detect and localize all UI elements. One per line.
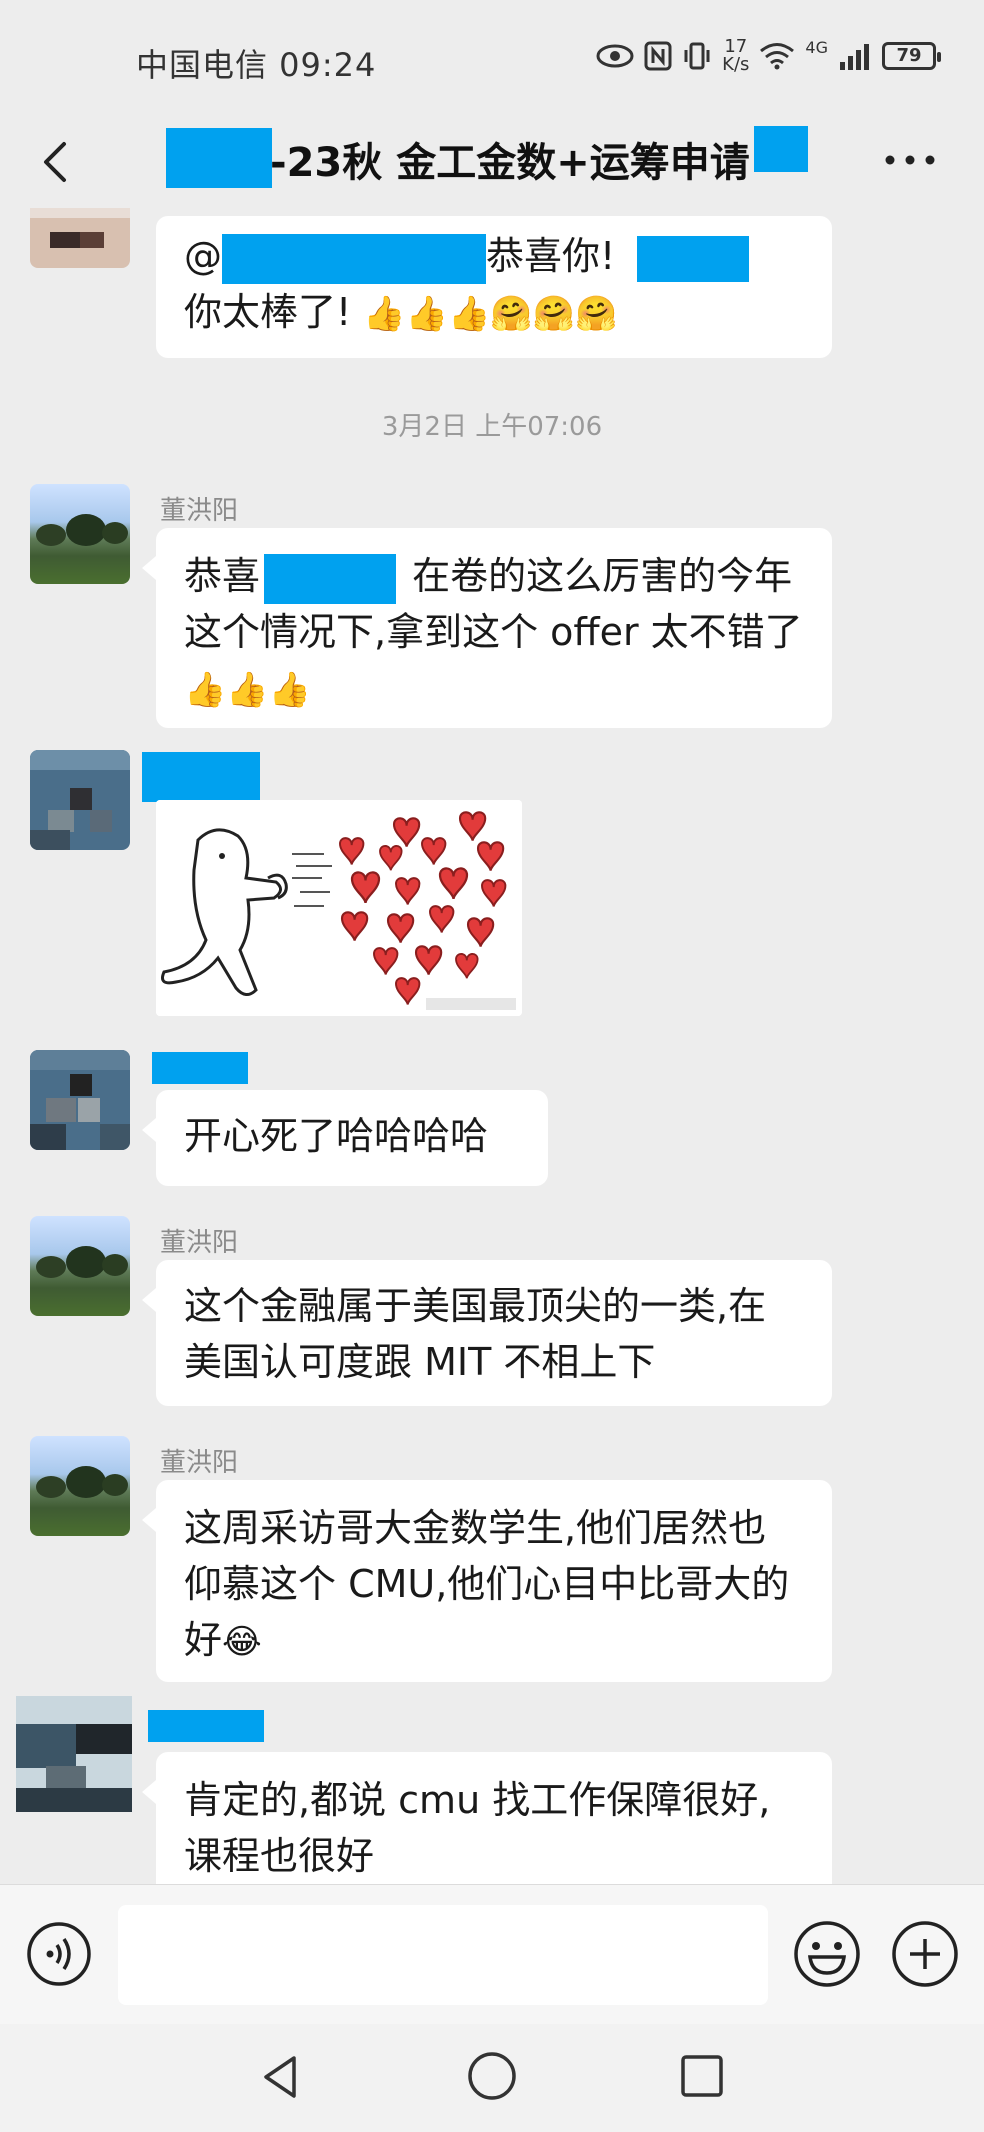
network-type: 4G bbox=[805, 38, 828, 57]
title-redaction bbox=[754, 126, 808, 172]
sender-name: 董洪阳 bbox=[160, 1228, 239, 1258]
mention-redaction bbox=[222, 233, 486, 284]
message-bubble: 开心死了哈哈哈哈 bbox=[142, 1090, 548, 1186]
circle-home-icon[interactable] bbox=[466, 2050, 518, 2102]
message-bubble: 恭喜 在卷的这么厉害的今年这个情况下,拿到这个 offer 太不错了👍👍👍 bbox=[142, 528, 832, 728]
square-recents-icon[interactable] bbox=[678, 2052, 726, 2100]
sticker-graphic bbox=[156, 800, 522, 1016]
avatar[interactable] bbox=[30, 1436, 130, 1536]
message-bubble: 这个金融属于美国最顶尖的一类,在美国认可度跟 MIT 不相上下 bbox=[142, 1260, 832, 1406]
emoji: 😂 bbox=[222, 1622, 262, 1662]
plus-circle-icon[interactable] bbox=[890, 1919, 960, 1989]
sender-name: 董洪阳 bbox=[160, 496, 239, 526]
name-redaction bbox=[637, 235, 750, 282]
sender-name: 董洪阳 bbox=[160, 1448, 239, 1478]
carrier-time: 中国电信 09:24 bbox=[136, 46, 377, 84]
signal-icon bbox=[840, 44, 869, 70]
chat-screen: 中国电信 09:24 17 K/s 4G 79 -23秋 金工金数+运筹申请 @… bbox=[0, 0, 984, 2132]
voice-icon[interactable] bbox=[26, 1921, 92, 1987]
vibrate-icon bbox=[684, 42, 710, 70]
smiley-icon[interactable] bbox=[792, 1919, 862, 1989]
more-icon[interactable] bbox=[880, 140, 940, 180]
message-bubble: 肯定的,都说 cmu 找工作保障很好,课程也很好 bbox=[142, 1752, 832, 1884]
name-redaction bbox=[264, 553, 397, 604]
status-bar: 中国电信 09:24 17 K/s 4G 79 bbox=[0, 0, 984, 120]
title-redaction bbox=[166, 128, 272, 188]
avatar[interactable] bbox=[16, 1696, 132, 1812]
battery-indicator: 79 bbox=[882, 42, 941, 70]
avatar[interactable] bbox=[30, 484, 130, 584]
sender-name-redaction bbox=[142, 752, 260, 802]
back-icon[interactable] bbox=[28, 134, 84, 190]
sender-name-redaction bbox=[148, 1710, 264, 1742]
eye-icon bbox=[596, 44, 634, 68]
system-nav-bar bbox=[0, 2024, 984, 2132]
triangle-back-icon[interactable] bbox=[256, 2052, 306, 2102]
emoji-row: 👍👍👍 bbox=[184, 670, 312, 710]
wifi-icon bbox=[760, 43, 795, 70]
avatar[interactable] bbox=[30, 1216, 130, 1316]
sticker-image[interactable] bbox=[156, 800, 522, 1016]
sender-name-redaction bbox=[152, 1052, 248, 1084]
status-icons: 17 K/s 4G 79 bbox=[596, 36, 941, 75]
avatar[interactable] bbox=[30, 1050, 130, 1150]
net-speed: 17 K/s bbox=[722, 36, 750, 75]
message-input[interactable] bbox=[118, 1905, 768, 2005]
nfc-icon bbox=[644, 41, 672, 71]
emoji-row: 👍👍👍🤗🤗🤗 bbox=[363, 294, 618, 334]
chat-header: -23秋 金工金数+运筹申请 bbox=[0, 120, 984, 208]
input-bar bbox=[0, 1884, 984, 2024]
time-divider: 3月2日 上午07:06 bbox=[381, 412, 603, 442]
avatar[interactable] bbox=[30, 750, 130, 850]
message-bubble: @ 恭喜你! 你太棒了! 👍👍👍🤗🤗🤗 bbox=[156, 216, 832, 358]
avatar[interactable] bbox=[30, 208, 130, 268]
message-bubble: 这周采访哥大金数学生,他们居然也仰慕这个 CMU,他们心目中比哥大的好😂 bbox=[142, 1480, 832, 1682]
